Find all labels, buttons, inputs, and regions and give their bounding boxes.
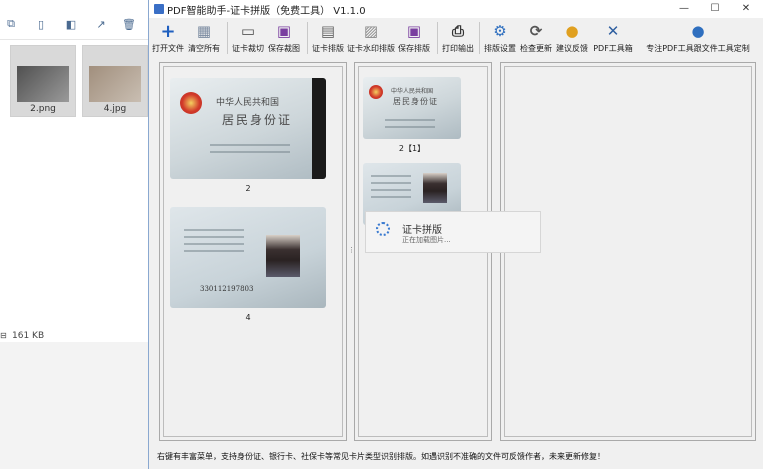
toolbar-separator: [437, 22, 438, 54]
toolbar-label: PDF工具箱: [593, 44, 633, 53]
toolbar-label: 清空所有: [188, 44, 220, 53]
national-emblem-icon: [369, 85, 383, 99]
file-name: 2.png: [30, 104, 56, 114]
layout-icon: ▤: [320, 22, 336, 40]
user-icon: ●: [691, 22, 705, 40]
card-issuer-lines: [385, 119, 435, 133]
image-caption: 2【1】: [398, 144, 426, 153]
toolbar-label: 证卡排版: [312, 44, 344, 53]
toolbar-label: 打开文件: [152, 44, 184, 53]
file-preview-image: [17, 66, 69, 102]
source-image-list[interactable]: 中华人民共和国 居民身份证 2 330112197803 4: [163, 66, 343, 437]
selection-icon: ⊟: [0, 331, 7, 340]
card-title-line2: 居民身份证: [393, 97, 438, 106]
id-card-back-image[interactable]: 330112197803: [170, 207, 326, 308]
card-title-line2: 居民身份证: [222, 113, 293, 127]
national-emblem-icon: [180, 92, 202, 114]
toolbar-label: 建议反馈: [556, 44, 588, 53]
source-image-panel[interactable]: 中华人民共和国 居民身份证 2 330112197803 4: [159, 62, 347, 441]
toolbar-label: 专注PDF工具跟文件工具定制: [646, 44, 750, 53]
image-caption: 4: [245, 313, 251, 322]
progress-dialog: 证卡拼版 正在加载图片...: [365, 211, 541, 253]
toolbar-label: 证卡水印排版: [347, 44, 395, 53]
card-title-line1: 中华人民共和国: [216, 98, 280, 108]
close-button[interactable]: ✕: [731, 0, 761, 18]
id-number: 330112197803: [200, 285, 254, 293]
window-title: PDF智能助手-证卡拼版（免费工具） V1.1.0: [167, 6, 366, 17]
toolbar-label: 保存裁图: [268, 44, 300, 53]
crop-card-icon: ▭: [240, 22, 256, 40]
layout-settings-button[interactable]: ⚙ 排版设置: [483, 18, 517, 58]
pdf-toolbox-button[interactable]: ✕ PDF工具箱: [593, 18, 633, 58]
card-info-lines: [184, 229, 244, 257]
copy-icon[interactable]: ⧉: [4, 17, 18, 31]
feedback-button[interactable]: ● 建议反馈: [555, 18, 589, 58]
card-info-lines: [371, 175, 411, 203]
cropped-card-front[interactable]: 中华人民共和国 居民身份证: [363, 77, 461, 139]
toolbar-separator: [227, 22, 228, 54]
progress-title: 证卡拼版: [402, 225, 442, 236]
file-thumbnail[interactable]: 4.jpg: [82, 45, 148, 117]
watermark-icon: ▨: [363, 22, 379, 40]
tools-icon: ✕: [606, 22, 620, 40]
printer-icon: ⎙: [451, 22, 464, 40]
app-logo-icon: [154, 4, 164, 14]
save-crop-icon: ▣: [276, 22, 292, 40]
clear-all-icon: ▦: [196, 22, 212, 40]
explorer-toolbar: ⧉ ▯ ◧ ↗ 🗑: [0, 0, 150, 40]
crop-card-button[interactable]: ▭ 证卡裁切: [231, 18, 265, 58]
portrait-photo: [423, 173, 447, 203]
toolbar-separator: [307, 22, 308, 54]
title-bar: PDF智能助手-证卡拼版（免费工具） V1.1.0 — ☐ ✕: [149, 0, 763, 18]
maximize-button[interactable]: ☐: [700, 0, 730, 18]
update-icon: ⟳: [529, 22, 543, 40]
toolbar-label: 排版设置: [484, 44, 516, 53]
toolbar-separator: [479, 22, 480, 54]
clear-all-button[interactable]: ▦ 清空所有: [187, 18, 221, 58]
print-output-button[interactable]: ⎙ 打印输出: [441, 18, 475, 58]
save-layout-icon: ▣: [406, 22, 422, 40]
open-file-button[interactable]: + 打开文件: [152, 18, 184, 58]
image-caption: 2: [245, 184, 251, 193]
card-layout-button[interactable]: ▤ 证卡排版: [311, 18, 345, 58]
portrait-photo: [266, 235, 300, 277]
card-issuer-lines: [210, 144, 290, 158]
progress-message: 正在加载图片...: [402, 236, 451, 244]
paste-icon[interactable]: ▯: [34, 17, 48, 31]
card-title-line1: 中华人民共和国: [391, 88, 434, 95]
plus-icon: +: [160, 20, 176, 42]
layout-preview-canvas[interactable]: [504, 66, 752, 437]
save-layout-button[interactable]: ▣ 保存排版: [397, 18, 431, 58]
photo-shadow: [312, 78, 326, 179]
settings-icon: ⚙: [493, 22, 507, 40]
explorer-status-size: 161 KB: [12, 331, 45, 341]
file-name: 4.jpg: [103, 104, 127, 114]
main-toolbar: + 打开文件 ▦ 清空所有 ▭ 证卡裁切 ▣ 保存裁图 ▤ 证卡排版 ▨ 证卡水…: [149, 18, 763, 58]
status-message: 右键有丰富菜单，支持身份证、银行卡、社保卡等常见卡片类型识别排版。如遇识别不准确…: [157, 452, 605, 461]
file-preview-image: [89, 66, 141, 102]
toolbar-label: 保存排版: [398, 44, 430, 53]
toolbar-label: 检查更新: [520, 44, 552, 53]
toolbar-label: 证卡裁切: [232, 44, 264, 53]
bulb-icon: ●: [565, 22, 579, 40]
delete-icon[interactable]: 🗑: [122, 17, 136, 31]
minimize-button[interactable]: —: [669, 0, 699, 18]
file-thumbnail[interactable]: 2.png: [10, 45, 76, 117]
file-explorer-window: ⧉ ▯ ◧ ↗ 🗑 2.png 4.jpg ⊟ 161 KB: [0, 0, 150, 342]
toolbar-label: 打印输出: [442, 44, 474, 53]
loading-spinner-icon: [376, 222, 390, 236]
save-crop-button[interactable]: ▣ 保存裁图: [267, 18, 301, 58]
check-update-button[interactable]: ⟳ 检查更新: [519, 18, 553, 58]
custom-tools-button[interactable]: ● 专注PDF工具跟文件工具定制: [637, 18, 759, 58]
share-icon[interactable]: ↗: [94, 17, 108, 31]
rename-icon[interactable]: ◧: [64, 17, 78, 31]
status-bar: 右键有丰富菜单，支持身份证、银行卡、社保卡等常见卡片类型识别排版。如遇识别不准确…: [149, 445, 763, 469]
watermark-layout-button[interactable]: ▨ 证卡水印排版: [347, 18, 395, 58]
id-card-front-image[interactable]: 中华人民共和国 居民身份证: [170, 78, 326, 179]
